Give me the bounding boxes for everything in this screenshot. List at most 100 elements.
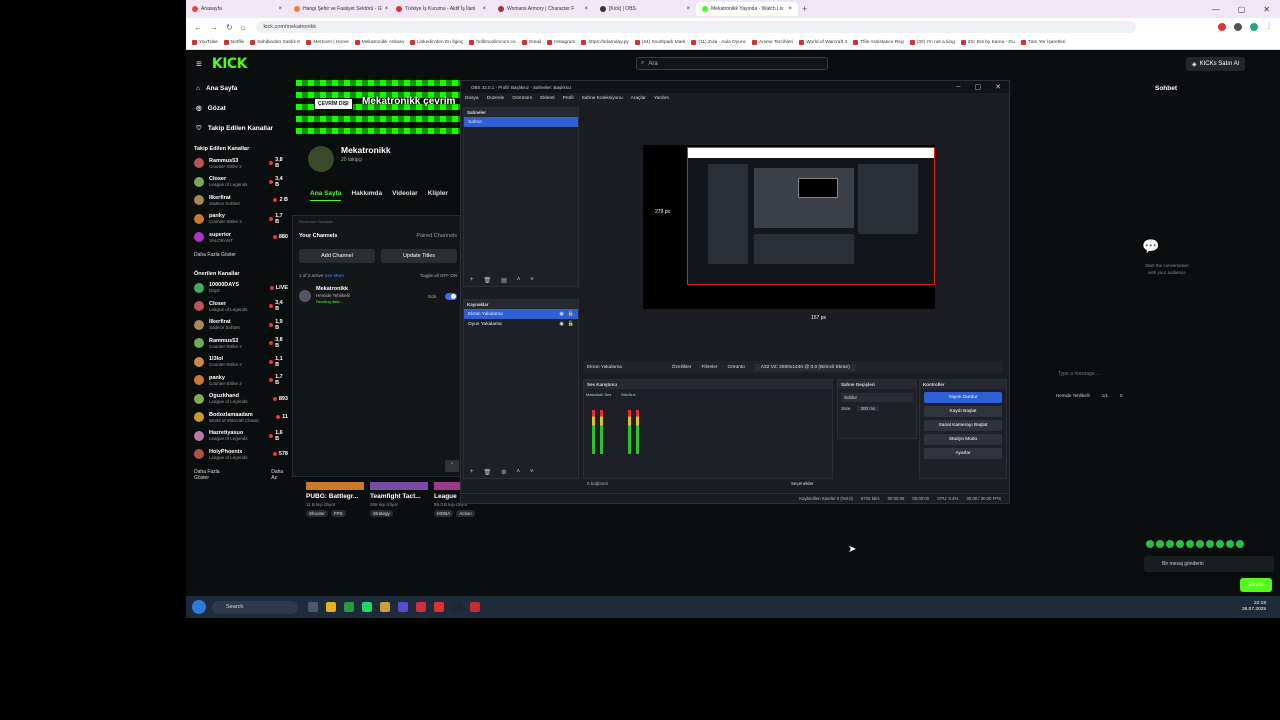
browser-tab[interactable]: [Kick] | OBS × [594,2,696,16]
filters-button[interactable]: Filtreler [702,365,718,370]
emote-icon[interactable] [1226,540,1234,548]
tab-about[interactable]: Hakkımda [351,190,382,201]
category-card[interactable]: PUBG: Battlegr... 11 B kişi izliyor Shoo… [306,482,364,517]
trash-icon[interactable]: 🗑 [484,469,492,476]
emote-icon[interactable] [1146,540,1154,548]
browser-tab[interactable]: Anasayfa × [186,2,288,16]
close-icon[interactable]: × [788,6,792,12]
nav-following[interactable]: ♡ Takip Edilen Kanallar [186,118,296,138]
app-icon[interactable] [416,602,426,612]
selections-menu[interactable]: Seçenekler [791,481,814,486]
minimize-icon[interactable]: – [957,83,961,91]
channel-list-item[interactable]: 10000DAYS DayZ LIVE [186,279,296,298]
menu-file[interactable]: Dosya [465,96,479,101]
start-button[interactable] [192,600,206,614]
channel-avatar[interactable] [308,146,334,172]
source-item[interactable]: Oyun Yakalama ◉ 🔓 [464,319,578,329]
tag[interactable]: Strategy [370,510,393,517]
bookmark-item[interactable]: Mekatronikk Ankara [354,40,404,45]
update-titles-button[interactable]: Update Titles [381,249,457,263]
system-clock[interactable]: 22:19 26.07.2025 [1242,601,1280,613]
menu-view[interactable]: Görünüm [512,96,532,101]
taskbar-search[interactable]: Search [212,600,298,614]
menu-scene-collection[interactable]: Sahne Koleksiyonu [582,96,623,101]
channel-list-item[interactable]: HolyPhoenix League of Legends 578 [186,445,296,464]
down-arrow-icon[interactable]: ˅ [530,469,534,476]
back-icon[interactable]: ← [194,23,202,32]
channel-list-item[interactable]: Hazretiyasuo League of Legends 1,6 B [186,427,296,446]
channel-list-item[interactable]: Ilkerfirat Sadece Sohbet 2 B [186,191,296,210]
preview-screen-capture[interactable] [687,147,935,285]
channel-list-item[interactable]: panky Counter-Strike 2 1,7 B [186,371,296,390]
restream-corner-icon[interactable]: ▪▪ [445,460,459,472]
file-explorer-icon[interactable] [326,602,336,612]
show-more-link[interactable]: Daha Fazla Göster [186,247,296,263]
maximize-icon[interactable]: ▢ [1238,5,1246,14]
bookmark-item[interactable]: Mertcem | Home [306,40,349,45]
bookmark-item[interactable]: (30) I'm not a king [909,40,955,45]
buy-kicks-button[interactable]: ◈ KICKs Satın Al [1186,57,1245,71]
task-view-icon[interactable] [308,602,318,612]
close-icon[interactable]: × [385,6,389,12]
menu-edit[interactable]: Düzenle [487,96,505,101]
extension-icon[interactable] [1234,23,1242,31]
channel-list-item[interactable]: Ilkerfirat Sadece Sohbet 1,9 B [186,316,296,335]
nav-browse[interactable]: ◎ Gözat [186,98,296,118]
maximize-icon[interactable]: ▢ [975,83,982,91]
bookmark-item[interactable]: Anime Tercihleri [752,40,793,45]
trash-icon[interactable]: 🗑 [484,277,492,284]
forward-icon[interactable]: → [210,23,218,32]
channel-list-item[interactable]: Closer League of Legends 3,4 B [186,173,296,192]
show-more-link[interactable]: Daha Fazla Göster [194,469,231,481]
menu-tools[interactable]: Araçlar [631,96,646,101]
start-virtual-camera-button[interactable]: Sanal Kamerayı Başlat [924,420,1002,431]
whatsapp-icon[interactable] [362,602,372,612]
bookmark-item[interactable]: Tfile Assistance Reg [853,40,904,45]
up-arrow-icon[interactable]: ˄ [517,469,521,476]
tag[interactable]: Action [456,510,475,517]
bookmark-item[interactable]: ZS: Bot by Kama - Gu [960,40,1015,45]
toggle-off[interactable]: OFF [440,273,449,278]
transition-select[interactable]: Soldur [841,393,913,402]
bookmark-item[interactable]: Tüm Yer İşaretleri [1020,40,1065,45]
category-card[interactable]: Teamfight Tact... 269 kişi izliyor Strat… [370,482,428,517]
discord-icon[interactable] [398,602,408,612]
duration-input[interactable]: 300 ms [856,406,880,411]
start-recording-button[interactable]: Kaydı Başlat [924,406,1002,417]
add-icon[interactable]: + [470,277,474,284]
add-icon[interactable]: + [470,469,474,476]
channel-list-item[interactable]: superior VALORANT 880 [186,228,296,247]
emote-icon[interactable] [1176,540,1184,548]
up-arrow-icon[interactable]: ˄ [517,277,521,284]
eye-icon[interactable]: ◉ [559,321,563,327]
close-icon[interactable]: × [278,6,282,12]
eye-icon[interactable]: ◉ [559,311,563,317]
obs-icon[interactable] [470,602,480,612]
bookmark-item[interactable]: Netflix [223,40,244,45]
nav-home[interactable]: ⌂ Ana Sayfa [186,78,296,98]
edit-link[interactable]: Edit [428,294,436,299]
menu-profile[interactable]: Profil [563,96,574,101]
add-channel-button[interactable]: Add Channel [299,249,375,263]
steam-icon[interactable] [452,602,462,612]
emote-icon[interactable] [1216,540,1224,548]
emote-icon[interactable] [1196,540,1204,548]
tag[interactable]: FPS [330,510,346,517]
lock-icon[interactable]: 🔓 [568,321,574,327]
browser-tab[interactable]: Hangi Şehir ve Faaliyet Sektörü - G × [288,2,390,16]
emote-icon[interactable] [1206,540,1214,548]
channel-list-item[interactable]: Closer League of Legends 3,4 B [186,297,296,316]
bookmark-item[interactable]: Linkedin'den En İlginç [409,40,463,45]
emote-icon[interactable] [1186,540,1194,548]
extension-icon[interactable] [1218,23,1226,31]
close-icon[interactable]: × [584,6,588,12]
close-icon[interactable]: ✕ [995,83,1001,91]
channel-list-item[interactable]: Rammus53 Counter-Strike 2 3,8 B [186,334,296,353]
chrome-icon[interactable] [344,602,354,612]
close-window-icon[interactable]: ✕ [1263,5,1270,14]
channel-list-item[interactable]: Rammus53 Counter-Strike 2 3,8 B [186,154,296,173]
source-item[interactable]: Ekran Yakalama ◉ 🔓 [464,309,578,319]
bookmark-item[interactable]: (11) Zula - Aula Oyunc [691,40,746,45]
app-icon[interactable] [434,602,444,612]
settings-button[interactable]: Ayarlar [924,448,1002,459]
